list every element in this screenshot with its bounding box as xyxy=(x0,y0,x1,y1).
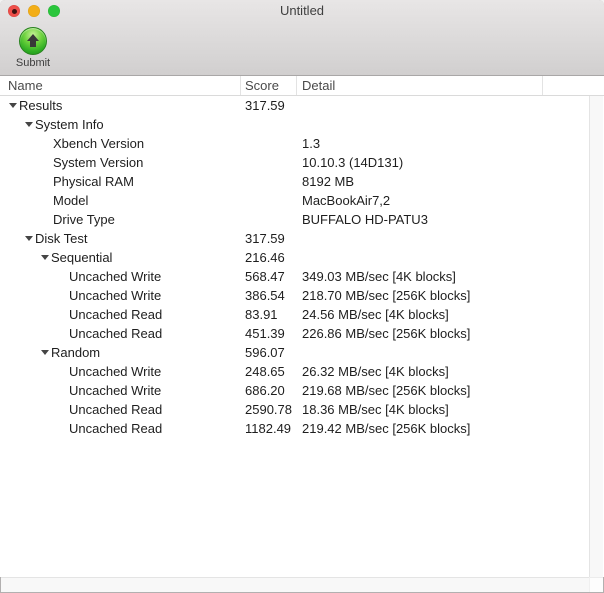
table-row[interactable]: Model MacBookAir7,2 xyxy=(0,191,604,210)
row-name: Uncached Write xyxy=(69,269,162,284)
row-score: 686.20 xyxy=(245,383,285,398)
column-separator[interactable] xyxy=(296,76,297,95)
submit-button[interactable]: Submit xyxy=(8,27,58,69)
row-score: 568.47 xyxy=(245,269,285,284)
row-score: 83.91 xyxy=(245,307,278,322)
table-row[interactable]: Uncached Read 83.91 24.56 MB/sec [4K blo… xyxy=(0,305,604,324)
table-row[interactable]: Uncached Read 451.39 226.86 MB/sec [256K… xyxy=(0,324,604,343)
row-name: Uncached Read xyxy=(69,421,163,436)
row-name: Drive Type xyxy=(53,212,115,227)
column-header-detail[interactable]: Detail xyxy=(302,76,335,95)
table-row[interactable]: Uncached Write 386.54 218.70 MB/sec [256… xyxy=(0,286,604,305)
disclosure-triangle-icon[interactable] xyxy=(41,255,49,260)
table-row[interactable]: System Version 10.10.3 (14D131) xyxy=(0,153,604,172)
row-detail: 18.36 MB/sec [4K blocks] xyxy=(302,402,449,417)
row-name: Results xyxy=(19,98,63,113)
row-name: System Version xyxy=(53,155,144,170)
table-row[interactable]: Physical RAM 8192 MB xyxy=(0,172,604,191)
row-detail: 226.86 MB/sec [256K blocks] xyxy=(302,326,471,341)
row-name: Uncached Read xyxy=(69,402,163,417)
row-score: 596.07 xyxy=(245,345,285,360)
table-row[interactable]: Xbench Version 1.3 xyxy=(0,134,604,153)
row-score: 317.59 xyxy=(245,98,285,113)
row-name: Uncached Read xyxy=(69,307,163,322)
column-separator[interactable] xyxy=(240,76,241,95)
submit-icon xyxy=(19,27,47,55)
row-score: 386.54 xyxy=(245,288,285,303)
table-row[interactable]: Uncached Write 568.47 349.03 MB/sec [4K … xyxy=(0,267,604,286)
scrollbar-corner xyxy=(589,577,603,592)
table-row[interactable]: Uncached Write 686.20 219.68 MB/sec [256… xyxy=(0,381,604,400)
row-score: 216.46 xyxy=(245,250,285,265)
row-name: Uncached Write xyxy=(69,288,162,303)
row-name: Random xyxy=(51,345,101,360)
table-body: Results 317.59 System Info Xbench Versio… xyxy=(0,96,604,577)
row-score: 2590.78 xyxy=(245,402,292,417)
row-name: Disk Test xyxy=(35,231,88,246)
table-row[interactable]: Uncached Write 248.65 26.32 MB/sec [4K b… xyxy=(0,362,604,381)
row-name: System Info xyxy=(35,117,104,132)
table-row[interactable]: System Info xyxy=(0,115,604,134)
row-name: Sequential xyxy=(51,250,113,265)
row-name: Uncached Read xyxy=(69,326,163,341)
table-row[interactable]: Drive Type BUFFALO HD-PATU3 xyxy=(0,210,604,229)
window-title: Untitled xyxy=(279,3,325,18)
disclosure-triangle-icon[interactable] xyxy=(9,103,17,108)
row-detail: 1.3 xyxy=(302,136,321,151)
column-separator[interactable] xyxy=(542,76,543,95)
row-score: 248.65 xyxy=(245,364,285,379)
table-row[interactable]: Uncached Read 1182.49 219.42 MB/sec [256… xyxy=(0,419,604,438)
row-name: Model xyxy=(53,193,89,208)
disclosure-triangle-icon[interactable] xyxy=(25,236,33,241)
row-detail: 8192 MB xyxy=(302,174,355,189)
column-header-name[interactable]: Name xyxy=(8,76,43,95)
submit-label: Submit xyxy=(15,57,51,69)
window-chrome: Untitled Submit xyxy=(0,0,604,76)
table-row[interactable]: Results 317.59 xyxy=(0,96,604,115)
row-score: 451.39 xyxy=(245,326,285,341)
row-detail: 219.68 MB/sec [256K blocks] xyxy=(302,383,471,398)
disclosure-triangle-icon[interactable] xyxy=(41,350,49,355)
row-detail: 219.42 MB/sec [256K blocks] xyxy=(302,421,471,436)
row-name: Uncached Write xyxy=(69,383,162,398)
row-detail: MacBookAir7,2 xyxy=(302,193,391,208)
row-detail: BUFFALO HD-PATU3 xyxy=(302,212,428,227)
table-row[interactable]: Disk Test 317.59 xyxy=(0,229,604,248)
xbench-window: Untitled Submit Name Score Detail Result… xyxy=(0,0,604,593)
table-row[interactable]: Random 596.07 xyxy=(0,343,604,362)
disclosure-triangle-icon[interactable] xyxy=(25,122,33,127)
row-detail: 218.70 MB/sec [256K blocks] xyxy=(302,288,471,303)
horizontal-scrollbar-track[interactable] xyxy=(1,577,603,592)
row-name: Uncached Write xyxy=(69,364,162,379)
row-detail: 349.03 MB/sec [4K blocks] xyxy=(302,269,456,284)
row-score: 317.59 xyxy=(245,231,285,246)
table-header: Name Score Detail xyxy=(0,76,604,96)
row-detail: 24.56 MB/sec [4K blocks] xyxy=(302,307,449,322)
row-name: Physical RAM xyxy=(53,174,134,189)
vertical-scrollbar-track[interactable] xyxy=(589,96,603,577)
row-name: Xbench Version xyxy=(53,136,145,151)
row-detail: 10.10.3 (14D131) xyxy=(302,155,404,170)
table-row[interactable]: Uncached Read 2590.78 18.36 MB/sec [4K b… xyxy=(0,400,604,419)
column-header-score[interactable]: Score xyxy=(245,76,279,95)
row-score: 1182.49 xyxy=(245,421,292,436)
table-row[interactable]: Sequential 216.46 xyxy=(0,248,604,267)
row-detail: 26.32 MB/sec [4K blocks] xyxy=(302,364,449,379)
